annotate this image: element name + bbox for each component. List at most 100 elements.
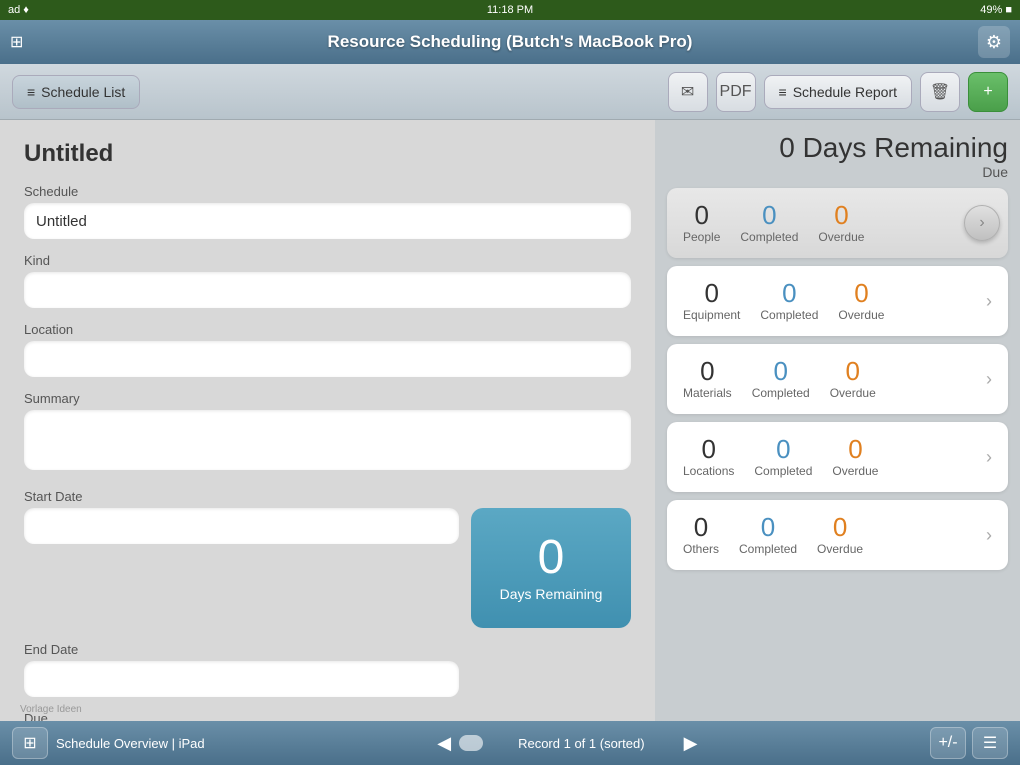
resource-card-locations[interactable]: 0 Locations 0 Completed 0 Overdue › xyxy=(667,422,1008,492)
resource-name: Locations xyxy=(683,464,734,478)
completed-label: Completed xyxy=(739,542,797,556)
add-button[interactable]: + xyxy=(968,72,1008,112)
resource-count: 0 xyxy=(700,358,714,384)
app-nav-button[interactable]: ⊞ xyxy=(12,727,48,759)
title-bar: ⊞ Resource Scheduling (Butch's MacBook P… xyxy=(0,20,1020,64)
overdue-group: 0 Overdue xyxy=(838,280,884,322)
summary-label: Summary xyxy=(24,391,631,406)
menu-icon: ☰ xyxy=(983,733,997,753)
overdue-count: 0 xyxy=(834,202,848,228)
schedule-label: Schedule xyxy=(24,184,631,199)
schedule-list-button[interactable]: ≡ Schedule List xyxy=(12,75,140,109)
start-date-label: Start Date xyxy=(24,489,631,504)
location-group: Location xyxy=(24,322,631,377)
location-label: Location xyxy=(24,322,631,337)
end-date-input[interactable] xyxy=(24,661,459,697)
days-remaining-summary: 0 Days Remaining xyxy=(667,132,1008,164)
resource-count: 0 xyxy=(704,280,718,306)
main-content: Untitled Schedule Kind Location Summary … xyxy=(0,120,1020,721)
completed-count: 0 xyxy=(782,280,796,306)
due-group: Due xyxy=(24,711,631,721)
summary-input[interactable] xyxy=(24,410,631,470)
schedule-list-label: Schedule List xyxy=(41,84,125,100)
menu-button[interactable]: ☰ xyxy=(972,727,1008,759)
due-label: Due xyxy=(24,711,631,721)
app-title: Resource Scheduling (Butch's MacBook Pro… xyxy=(328,32,693,52)
date-col xyxy=(24,508,459,544)
schedule-input[interactable] xyxy=(24,203,631,239)
prev-record-button[interactable]: ◀ xyxy=(437,733,451,754)
scroll-chevron-icon: › xyxy=(979,214,984,232)
start-date-group: Start Date 0 Days Remaining xyxy=(24,489,631,628)
app-label: Schedule Overview | iPad xyxy=(56,736,205,751)
next-record-button[interactable]: ▶ xyxy=(684,733,698,754)
completed-count: 0 xyxy=(761,514,775,540)
overdue-group: 0 Overdue xyxy=(832,436,878,478)
due-label-right: Due xyxy=(667,164,1008,180)
completed-group: 0 Completed xyxy=(754,436,812,478)
app-icon: ⊞ xyxy=(23,733,36,753)
settings-button[interactable]: ⚙ xyxy=(978,26,1010,58)
toolbar: ≡ Schedule List ✉ PDF ≡ Schedule Report … xyxy=(0,64,1020,120)
start-date-input[interactable] xyxy=(24,508,459,544)
end-date-group: End Date xyxy=(24,642,631,697)
email-icon: ✉ xyxy=(681,82,694,102)
list-icon: ≡ xyxy=(27,84,35,100)
pdf-label: PDF xyxy=(720,83,752,101)
completed-group: 0 Completed xyxy=(760,280,818,322)
resource-stats: 0 Materials 0 Completed 0 Overdue xyxy=(683,358,978,400)
schedule-report-button[interactable]: ≡ Schedule Report xyxy=(764,75,912,109)
overdue-label: Overdue xyxy=(832,464,878,478)
watermark: Vorlage Ideen xyxy=(20,704,82,715)
kind-group: Kind xyxy=(24,253,631,308)
resource-card-people[interactable]: 0 People 0 Completed 0 Overdue › xyxy=(667,188,1008,258)
window-icon: ⊞ xyxy=(10,32,23,52)
resource-name: Others xyxy=(683,542,719,556)
pdf-button[interactable]: PDF xyxy=(716,72,756,112)
bottom-right-buttons: +/- ☰ xyxy=(930,727,1008,759)
bottom-bar: ⊞ Schedule Overview | iPad ◀ Record 1 of… xyxy=(0,721,1020,765)
overdue-label: Overdue xyxy=(838,308,884,322)
overdue-label: Overdue xyxy=(818,230,864,244)
scroll-indicator[interactable]: › xyxy=(964,205,1000,241)
completed-group: 0 Completed xyxy=(752,358,810,400)
left-panel: Untitled Schedule Kind Location Summary … xyxy=(0,120,655,721)
date-row: 0 Days Remaining xyxy=(24,508,631,628)
kind-input[interactable] xyxy=(24,272,631,308)
completed-label: Completed xyxy=(752,386,810,400)
days-remaining-label: Days Remaining xyxy=(500,586,603,602)
time-label: 11:18 PM xyxy=(487,4,533,16)
resource-count-group: 0 Locations xyxy=(683,436,734,478)
resource-count-group: 0 Others xyxy=(683,514,719,556)
resource-card-others[interactable]: 0 Others 0 Completed 0 Overdue › xyxy=(667,500,1008,570)
resource-card-materials[interactable]: 0 Materials 0 Completed 0 Overdue › xyxy=(667,344,1008,414)
record-nav: Record 1 of 1 (sorted) xyxy=(459,735,676,751)
chevron-right-icon: › xyxy=(986,291,992,312)
schedule-group: Schedule xyxy=(24,184,631,239)
days-remaining-box: 0 Days Remaining xyxy=(471,508,631,628)
location-input[interactable] xyxy=(24,341,631,377)
resource-stats: 0 Locations 0 Completed 0 Overdue xyxy=(683,436,978,478)
days-remaining-number: 0 xyxy=(538,534,565,582)
delete-button[interactable]: 🗑 xyxy=(920,72,960,112)
add-remove-button[interactable]: +/- xyxy=(930,727,966,759)
add-remove-label: +/- xyxy=(938,734,957,752)
report-icon: ≡ xyxy=(779,84,787,100)
completed-count: 0 xyxy=(773,358,787,384)
resource-name: Equipment xyxy=(683,308,740,322)
overdue-count: 0 xyxy=(848,436,862,462)
nav-dot xyxy=(459,735,483,751)
resource-name: Materials xyxy=(683,386,732,400)
resource-name: People xyxy=(683,230,720,244)
resource-card-equipment[interactable]: 0 Equipment 0 Completed 0 Overdue › xyxy=(667,266,1008,336)
completed-group: 0 Completed xyxy=(740,202,798,244)
completed-label: Completed xyxy=(754,464,812,478)
chevron-right-icon: › xyxy=(986,369,992,390)
resource-stats: 0 Equipment 0 Completed 0 Overdue xyxy=(683,280,978,322)
kind-label: Kind xyxy=(24,253,631,268)
resource-stats: 0 People 0 Completed 0 Overdue xyxy=(683,202,992,244)
email-button[interactable]: ✉ xyxy=(668,72,708,112)
schedule-report-label: Schedule Report xyxy=(793,84,897,100)
overdue-group: 0 Overdue xyxy=(830,358,876,400)
summary-group: Summary xyxy=(24,391,631,475)
